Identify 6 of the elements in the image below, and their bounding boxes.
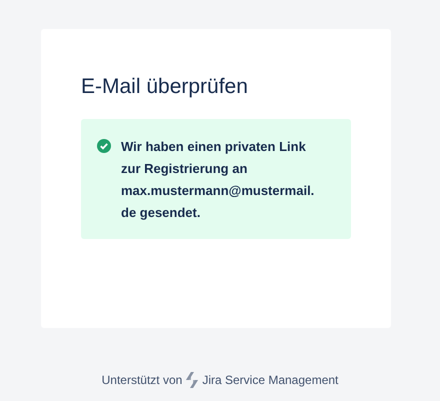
powered-by-text: Unterstützt von (102, 373, 182, 387)
check-circle-icon (97, 139, 111, 153)
message-text: Wir haben einen privaten Link zur Registrierung an max.mustermann@mustermail. de gesendet. (121, 138, 314, 222)
bolt-icon (185, 372, 200, 388)
product-link[interactable]: Jira Service Management (202, 373, 338, 387)
page-title: E-Mail überprüfen (81, 74, 249, 100)
